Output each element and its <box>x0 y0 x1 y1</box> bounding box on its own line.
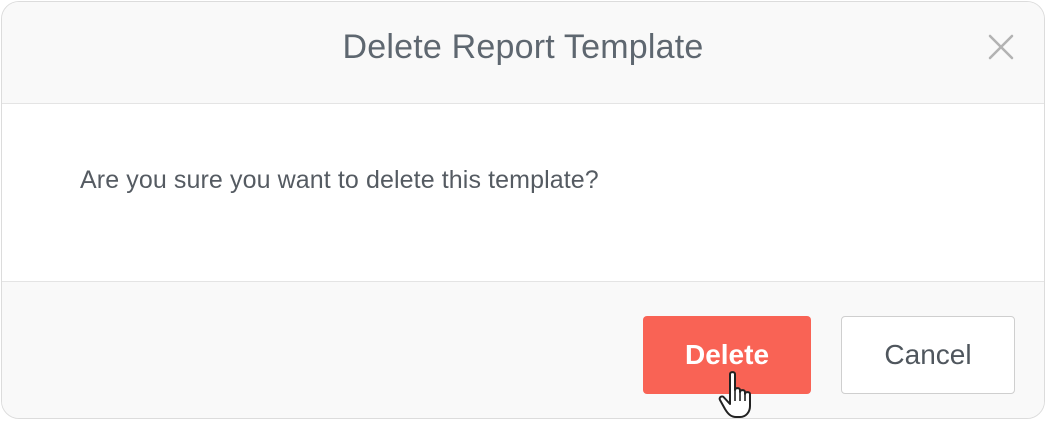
confirmation-message: Are you sure you want to delete this tem… <box>80 166 599 194</box>
delete-button[interactable]: Delete <box>643 316 811 394</box>
delete-report-template-dialog: Delete Report Template Are you sure you … <box>1 1 1045 419</box>
dialog-title: Delete Report Template <box>342 28 704 66</box>
dialog-footer: Delete Cancel <box>2 282 1044 418</box>
close-button[interactable] <box>986 32 1016 62</box>
cancel-button[interactable]: Cancel <box>841 316 1015 394</box>
dialog-header: Delete Report Template <box>2 2 1044 104</box>
close-icon <box>988 34 1014 60</box>
dialog-body: Are you sure you want to delete this tem… <box>2 104 1044 282</box>
